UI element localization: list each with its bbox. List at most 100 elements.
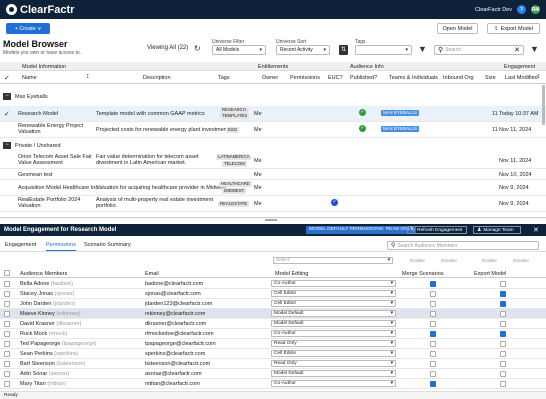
model-editing-select[interactable]: Model Default ▾ bbox=[271, 320, 396, 327]
model-editing-select[interactable]: Model Default ▾ bbox=[271, 370, 396, 377]
clear-filter-icon[interactable]: ▼ bbox=[530, 44, 539, 54]
col-tags[interactable]: Tags bbox=[218, 75, 230, 81]
export-model-checkbox[interactable] bbox=[500, 301, 506, 307]
merge-scenarios-checkbox[interactable] bbox=[430, 361, 436, 367]
tag-chip[interactable]: ESG bbox=[226, 127, 240, 133]
col-euc[interactable]: EUC? bbox=[328, 75, 343, 81]
tab-engagement[interactable]: Engagement bbox=[5, 242, 36, 250]
select-all-check-icon[interactable]: ✓ bbox=[4, 74, 10, 82]
export-model-checkbox[interactable] bbox=[500, 361, 506, 367]
member-row[interactable]: Ted Papageorge (tpapageorge) tpapageorge@… bbox=[0, 339, 546, 349]
export-model-checkbox[interactable] bbox=[500, 381, 506, 387]
team-chip[interactable]: MAX EYEBALLS bbox=[381, 126, 419, 132]
export-disable-button[interactable]: Disable bbox=[513, 259, 529, 264]
col-inbound[interactable]: Inbound Org bbox=[443, 75, 474, 81]
member-row[interactable]: Stacey Jonas (sjonas) sjonas@clearfactr.c… bbox=[0, 289, 546, 299]
tags-select[interactable]: ▾ bbox=[355, 45, 412, 55]
table-row[interactable]: Orion Telecom Asset Sale Fair Value Asse… bbox=[0, 152, 546, 169]
tab-permissions[interactable]: Permissions bbox=[46, 242, 76, 251]
merge-scenarios-checkbox[interactable] bbox=[430, 301, 436, 307]
export-model-checkbox[interactable] bbox=[500, 311, 506, 317]
merge-scenarios-checkbox[interactable] bbox=[430, 331, 436, 337]
audience-search-box[interactable]: ⚲ Search Audience Members bbox=[387, 241, 539, 250]
merge-scenarios-checkbox[interactable] bbox=[430, 321, 436, 327]
member-row[interactable]: Bart Steenson (bsteenson) bsteenson@clear… bbox=[0, 359, 546, 369]
col-name[interactable]: Name bbox=[22, 75, 37, 81]
col-last-modified[interactable]: Last Modified bbox=[505, 75, 538, 81]
member-checkbox[interactable] bbox=[4, 381, 10, 387]
merge-enable-button[interactable]: Enable bbox=[410, 259, 425, 264]
export-model-checkbox[interactable] bbox=[500, 281, 506, 287]
member-row[interactable]: Sean Perkins (sperkins) sperkins@clearfac… bbox=[0, 349, 546, 359]
member-checkbox[interactable] bbox=[4, 291, 10, 297]
export-model-button[interactable]: ⇪ Export Model bbox=[487, 23, 540, 34]
member-checkbox[interactable] bbox=[4, 371, 10, 377]
table-row[interactable]: ✓ Research Model Template model with com… bbox=[0, 106, 546, 122]
merge-scenarios-checkbox[interactable] bbox=[430, 371, 436, 377]
table-row[interactable]: Acquisition Model Healthcare Inc Valuati… bbox=[0, 180, 546, 196]
collapse-icon[interactable]: − bbox=[3, 93, 11, 100]
member-row[interactable]: Mary Titan (mtitan) mtitan@clearfactr.com… bbox=[0, 379, 546, 389]
model-editing-select[interactable]: Read Only ▾ bbox=[271, 360, 396, 367]
model-filter-select[interactable]: All Models ▾ bbox=[212, 45, 266, 55]
manage-team-button[interactable]: ♟ Manage Team bbox=[473, 226, 521, 234]
merge-scenarios-checkbox[interactable] bbox=[430, 341, 436, 347]
create-button[interactable]: + Create ∨ bbox=[6, 23, 50, 34]
member-checkbox[interactable] bbox=[4, 301, 10, 307]
table-row[interactable]: Renewable Energy Project Valuation Proje… bbox=[0, 122, 546, 138]
search-box[interactable]: ⚲ Search ✕ bbox=[434, 45, 524, 55]
tag-chip[interactable]: TELECOM bbox=[222, 161, 247, 167]
table-row[interactable]: Geomean test Me Nov 10, 2024 bbox=[0, 169, 546, 180]
tab-scenario-summary[interactable]: Scenario Summary bbox=[84, 242, 131, 250]
tag-chip[interactable]: MIDWEST bbox=[222, 188, 247, 194]
model-editing-select[interactable]: Read Only ▾ bbox=[271, 340, 396, 347]
member-checkbox[interactable] bbox=[4, 311, 10, 317]
merge-scenarios-checkbox[interactable] bbox=[430, 281, 436, 287]
refresh-engagement-button[interactable]: ↻ Refresh Engagement bbox=[407, 226, 467, 234]
model-editing-select[interactable]: Co-Author ▾ bbox=[271, 380, 396, 387]
model-name[interactable]: Geomean test bbox=[18, 172, 53, 178]
tag-chip[interactable]: REALESTATE bbox=[218, 201, 250, 207]
tag-chip[interactable]: LATINAMERICA bbox=[216, 154, 252, 160]
clear-search-icon[interactable]: ✕ bbox=[514, 46, 520, 54]
sort-arrows-icon[interactable]: ↕ bbox=[537, 73, 541, 80]
help-icon[interactable]: ? bbox=[517, 5, 526, 14]
member-checkbox[interactable] bbox=[4, 281, 10, 287]
model-name[interactable]: Research Model bbox=[18, 111, 58, 117]
merge-scenarios-checkbox[interactable] bbox=[430, 381, 436, 387]
refresh-icon[interactable]: ↻ bbox=[194, 44, 201, 53]
model-editing-select[interactable]: Co-Author ▾ bbox=[271, 330, 396, 337]
team-chip[interactable]: MAX EYEBALLS bbox=[381, 110, 419, 116]
member-checkbox[interactable] bbox=[4, 351, 10, 357]
col-permissions[interactable]: Permissions bbox=[290, 75, 320, 81]
model-name[interactable]: Acquisition Model Healthcare Inc bbox=[18, 185, 98, 191]
member-row[interactable]: Adiri Sonar (asonar) asonar@clearfactr.co… bbox=[0, 369, 546, 379]
model-name[interactable]: Orion Telecom Asset Sale Fair Value Asse… bbox=[18, 154, 94, 166]
select-all-checkbox[interactable] bbox=[4, 270, 10, 276]
tag-chip[interactable]: HEALTHCARE bbox=[219, 181, 252, 187]
merge-scenarios-checkbox[interactable] bbox=[430, 311, 436, 317]
member-row[interactable]: John Darden (jdarden) jdarden123@clearfac… bbox=[0, 299, 546, 309]
tag-chip[interactable]: RESEARCH bbox=[220, 107, 248, 113]
model-editing-select[interactable]: Co-Author ▾ bbox=[271, 280, 396, 287]
merge-scenarios-checkbox[interactable] bbox=[430, 291, 436, 297]
model-editing-select[interactable]: Cell Editor ▾ bbox=[271, 290, 396, 297]
filter-icon[interactable]: ▼ bbox=[418, 44, 427, 54]
export-model-checkbox[interactable] bbox=[500, 291, 506, 297]
col-size[interactable]: Size bbox=[485, 75, 496, 81]
sort-direction-icon[interactable]: ⇅ bbox=[339, 45, 348, 55]
row-check-icon[interactable]: ✓ bbox=[4, 110, 10, 118]
model-editing-select[interactable]: Cell Editor ▾ bbox=[271, 300, 396, 307]
col-description[interactable]: Description bbox=[143, 75, 171, 81]
resize-handle[interactable] bbox=[265, 219, 277, 221]
model-name[interactable]: RealEstate Portfolio 2024 Valuation bbox=[18, 197, 96, 209]
member-row[interactable]: Bella Adone (badone) badone@clearfactr.co… bbox=[0, 279, 546, 289]
table-scrollbar[interactable] bbox=[542, 85, 545, 125]
export-model-checkbox[interactable] bbox=[500, 351, 506, 357]
col-teams[interactable]: Teams & Individuals bbox=[389, 75, 438, 81]
member-checkbox[interactable] bbox=[4, 321, 10, 327]
merge-disable-button[interactable]: Disable bbox=[441, 259, 457, 264]
member-row[interactable]: Ruck Mock (rmock) rfmockedoe@clearfactr.c… bbox=[0, 329, 546, 339]
export-model-checkbox[interactable] bbox=[500, 341, 506, 347]
open-model-button[interactable]: Open Model bbox=[437, 23, 478, 34]
